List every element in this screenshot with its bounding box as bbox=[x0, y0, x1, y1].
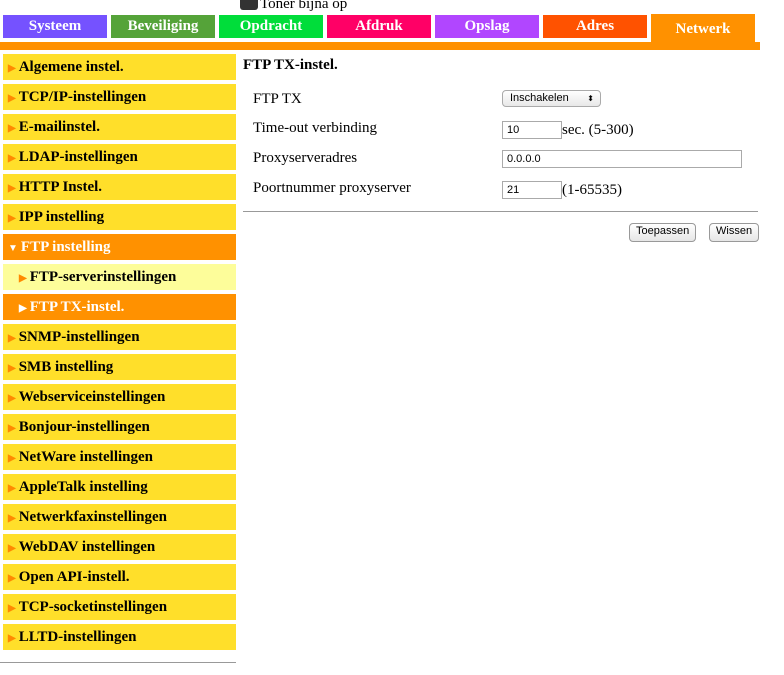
tab-netwerk[interactable]: Netwerk bbox=[651, 14, 755, 44]
sidebar-item[interactable]: ▶ SMB instelling bbox=[3, 354, 236, 380]
triangle-right-icon: ▶ bbox=[8, 453, 16, 464]
sidebar-item[interactable]: ▶ E-mailinstel. bbox=[3, 114, 236, 140]
status-message: Toner bijna op bbox=[240, 0, 347, 13]
sidebar-item-label: FTP instelling bbox=[20, 239, 111, 255]
sidebar-item-label: Netwerkfaxinstellingen bbox=[18, 509, 168, 525]
tab-opdracht[interactable]: Opdracht bbox=[219, 15, 323, 38]
sidebar-item[interactable]: ▶ IPP instelling bbox=[3, 204, 236, 230]
sidebar-item-label: AppleTalk instelling bbox=[18, 479, 148, 495]
triangle-right-icon: ▶ bbox=[8, 603, 16, 614]
triangle-down-icon: ▼ bbox=[8, 243, 18, 254]
chevron-updown-icon: ⬍ bbox=[587, 94, 594, 103]
sidebar-item[interactable]: ▶ SNMP-instellingen bbox=[3, 324, 236, 350]
main-tabs: Systeem Beveiliging Opdracht Afdruk Opslag Ad… bbox=[3, 14, 759, 44]
sidebar-item-label: HTTP Instel. bbox=[18, 179, 103, 195]
sidebar-item[interactable]: ▶ HTTP Instel. bbox=[3, 174, 236, 200]
sidebar-item[interactable]: ▶ TCP-socketinstellingen bbox=[3, 594, 236, 620]
sidebar-item-label: TCP/IP-instellingen bbox=[18, 89, 147, 105]
proxy-label: Proxyserveradres bbox=[253, 150, 358, 166]
triangle-right-icon: ▶ bbox=[8, 183, 16, 194]
sidebar-item[interactable]: ▶ FTP TX-instel. bbox=[3, 294, 236, 320]
triangle-right-icon: ▶ bbox=[8, 633, 16, 644]
triangle-right-icon: ▶ bbox=[19, 303, 27, 314]
main-content: FTP TX-instel. FTP TX Inschakelen ⬍ Time-… bbox=[243, 57, 760, 242]
sidebar-item[interactable]: ▶ LLTD-instellingen bbox=[3, 624, 236, 650]
sidebar-item-label: LLTD-instellingen bbox=[18, 629, 137, 645]
sidebar-item-label: SMB instelling bbox=[18, 359, 114, 375]
tab-adres[interactable]: Adres bbox=[543, 15, 647, 38]
triangle-right-icon: ▶ bbox=[8, 363, 16, 374]
tab-beveiliging[interactable]: Beveiliging bbox=[111, 15, 215, 38]
sidebar-item[interactable]: ▼ FTP instelling bbox=[3, 234, 236, 260]
sidebar-item[interactable]: ▶ NetWare instellingen bbox=[3, 444, 236, 470]
timeout-input[interactable] bbox=[502, 121, 562, 139]
triangle-right-icon: ▶ bbox=[8, 153, 16, 164]
port-label: Poortnummer proxyserver bbox=[253, 180, 411, 196]
tab-systeem[interactable]: Systeem bbox=[3, 15, 107, 38]
tab-opslag[interactable]: Opslag bbox=[435, 15, 539, 38]
clear-button[interactable]: Wissen bbox=[709, 223, 760, 242]
sidebar-item[interactable]: ▶ AppleTalk instelling bbox=[3, 474, 236, 500]
sidebar-item-label: IPP instelling bbox=[18, 209, 105, 225]
triangle-right-icon: ▶ bbox=[8, 93, 16, 104]
sidebar-item-label: Bonjour-instellingen bbox=[18, 419, 150, 435]
sidebar-item-label: SNMP-instellingen bbox=[18, 329, 140, 345]
triangle-right-icon: ▶ bbox=[8, 393, 16, 404]
page-title: FTP TX-instel. bbox=[243, 57, 338, 73]
divider bbox=[243, 211, 758, 212]
sidebar-item-label: Algemene instel. bbox=[18, 59, 124, 75]
triangle-right-icon: ▶ bbox=[8, 63, 16, 74]
sidebar: ▶ Algemene instel. ▶ TCP/IP-instellingen ▶ E-… bbox=[3, 54, 236, 654]
sidebar-item-label: LDAP-instellingen bbox=[18, 149, 138, 165]
triangle-right-icon: ▶ bbox=[8, 483, 16, 494]
triangle-right-icon: ▶ bbox=[19, 273, 27, 284]
sidebar-item[interactable]: ▶ LDAP-instellingen bbox=[3, 144, 236, 170]
tab-bar-underline bbox=[0, 42, 760, 50]
triangle-right-icon: ▶ bbox=[8, 123, 16, 134]
sidebar-item-label: NetWare instellingen bbox=[18, 449, 153, 465]
sidebar-item[interactable]: ▶ Webserviceinstellingen bbox=[3, 384, 236, 410]
sidebar-item-label: E-mailinstel. bbox=[18, 119, 100, 135]
sidebar-item[interactable]: ▶ Open API-instell. bbox=[3, 564, 236, 590]
sidebar-item-label: Open API-instell. bbox=[18, 569, 130, 585]
sidebar-item[interactable]: ▶ Algemene instel. bbox=[3, 54, 236, 80]
sidebar-item-label: TCP-socketinstellingen bbox=[18, 599, 168, 615]
sidebar-item-label: FTP-serverinstellingen bbox=[29, 269, 177, 285]
triangle-right-icon: ▶ bbox=[8, 513, 16, 524]
proxy-port-input[interactable] bbox=[502, 181, 562, 199]
triangle-right-icon: ▶ bbox=[8, 423, 16, 434]
proxy-address-input[interactable] bbox=[502, 150, 742, 168]
sidebar-item-label: FTP TX-instel. bbox=[29, 299, 125, 315]
toner-icon bbox=[240, 0, 258, 10]
ftp-tx-select[interactable]: Inschakelen ⬍ bbox=[502, 90, 601, 107]
sidebar-item[interactable]: ▶ Netwerkfaxinstellingen bbox=[3, 504, 236, 530]
sidebar-item[interactable]: ▶ WebDAV instellingen bbox=[3, 534, 236, 560]
apply-button[interactable]: Toepassen bbox=[629, 223, 697, 242]
sidebar-item[interactable]: ▶ Bonjour-instellingen bbox=[3, 414, 236, 440]
triangle-right-icon: ▶ bbox=[8, 213, 16, 224]
ftp-tx-label: FTP TX bbox=[253, 91, 302, 107]
sidebar-item-label: WebDAV instellingen bbox=[18, 539, 156, 555]
triangle-right-icon: ▶ bbox=[8, 543, 16, 554]
sidebar-item-label: Webserviceinstellingen bbox=[18, 389, 166, 405]
tab-afdruk[interactable]: Afdruk bbox=[327, 15, 431, 38]
triangle-right-icon: ▶ bbox=[8, 573, 16, 584]
triangle-right-icon: ▶ bbox=[8, 333, 16, 344]
sidebar-item[interactable]: ▶ TCP/IP-instellingen bbox=[3, 84, 236, 110]
sidebar-divider bbox=[0, 662, 236, 663]
sidebar-item[interactable]: ▶ FTP-serverinstellingen bbox=[3, 264, 236, 290]
timeout-label: Time-out verbinding bbox=[253, 120, 378, 136]
